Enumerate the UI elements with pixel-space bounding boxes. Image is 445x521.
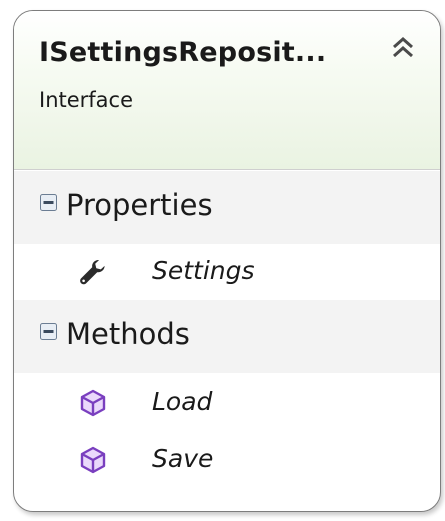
properties-section-header[interactable]: Properties <box>14 171 440 244</box>
class-shape[interactable]: ISettingsReposit... Interface Properties… <box>13 10 441 512</box>
collapse-minus-icon[interactable] <box>40 194 57 211</box>
shape-type-label: Interface <box>39 88 134 112</box>
methods-section-header[interactable]: Methods <box>14 300 440 373</box>
member-load[interactable]: Load <box>14 377 440 429</box>
collapse-minus-icon[interactable] <box>40 323 57 340</box>
shape-title[interactable]: ISettingsReposit... <box>39 37 326 68</box>
member-name: Save <box>152 444 214 473</box>
collapse-chevron-icon[interactable] <box>386 31 420 65</box>
wrench-icon <box>78 257 108 287</box>
methods-label: Methods <box>66 317 190 351</box>
member-settings[interactable]: Settings <box>14 246 440 298</box>
properties-label: Properties <box>66 188 213 222</box>
member-save[interactable]: Save <box>14 434 440 486</box>
member-name: Load <box>152 387 213 416</box>
shape-header: ISettingsReposit... Interface <box>14 11 440 170</box>
method-cube-icon <box>78 388 108 418</box>
method-cube-icon <box>78 445 108 475</box>
member-name: Settings <box>152 256 255 285</box>
